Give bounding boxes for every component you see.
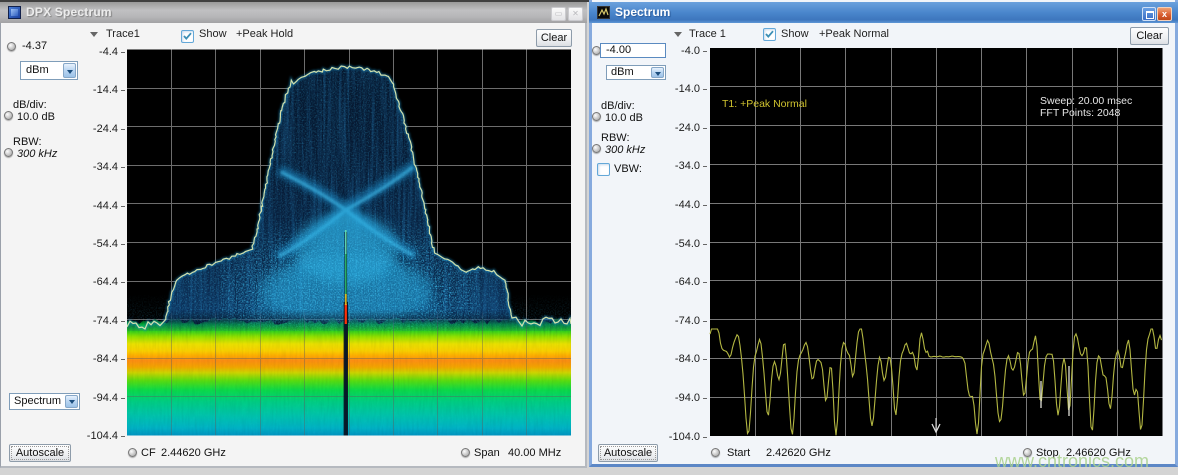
svg-text:Sweep: 20.00 msec: Sweep: 20.00 msec [1040,95,1132,107]
svg-text:FFT Points: 2048: FFT Points: 2048 [1040,107,1121,119]
svg-text:T1: +Peak Normal: T1: +Peak Normal [722,98,807,110]
